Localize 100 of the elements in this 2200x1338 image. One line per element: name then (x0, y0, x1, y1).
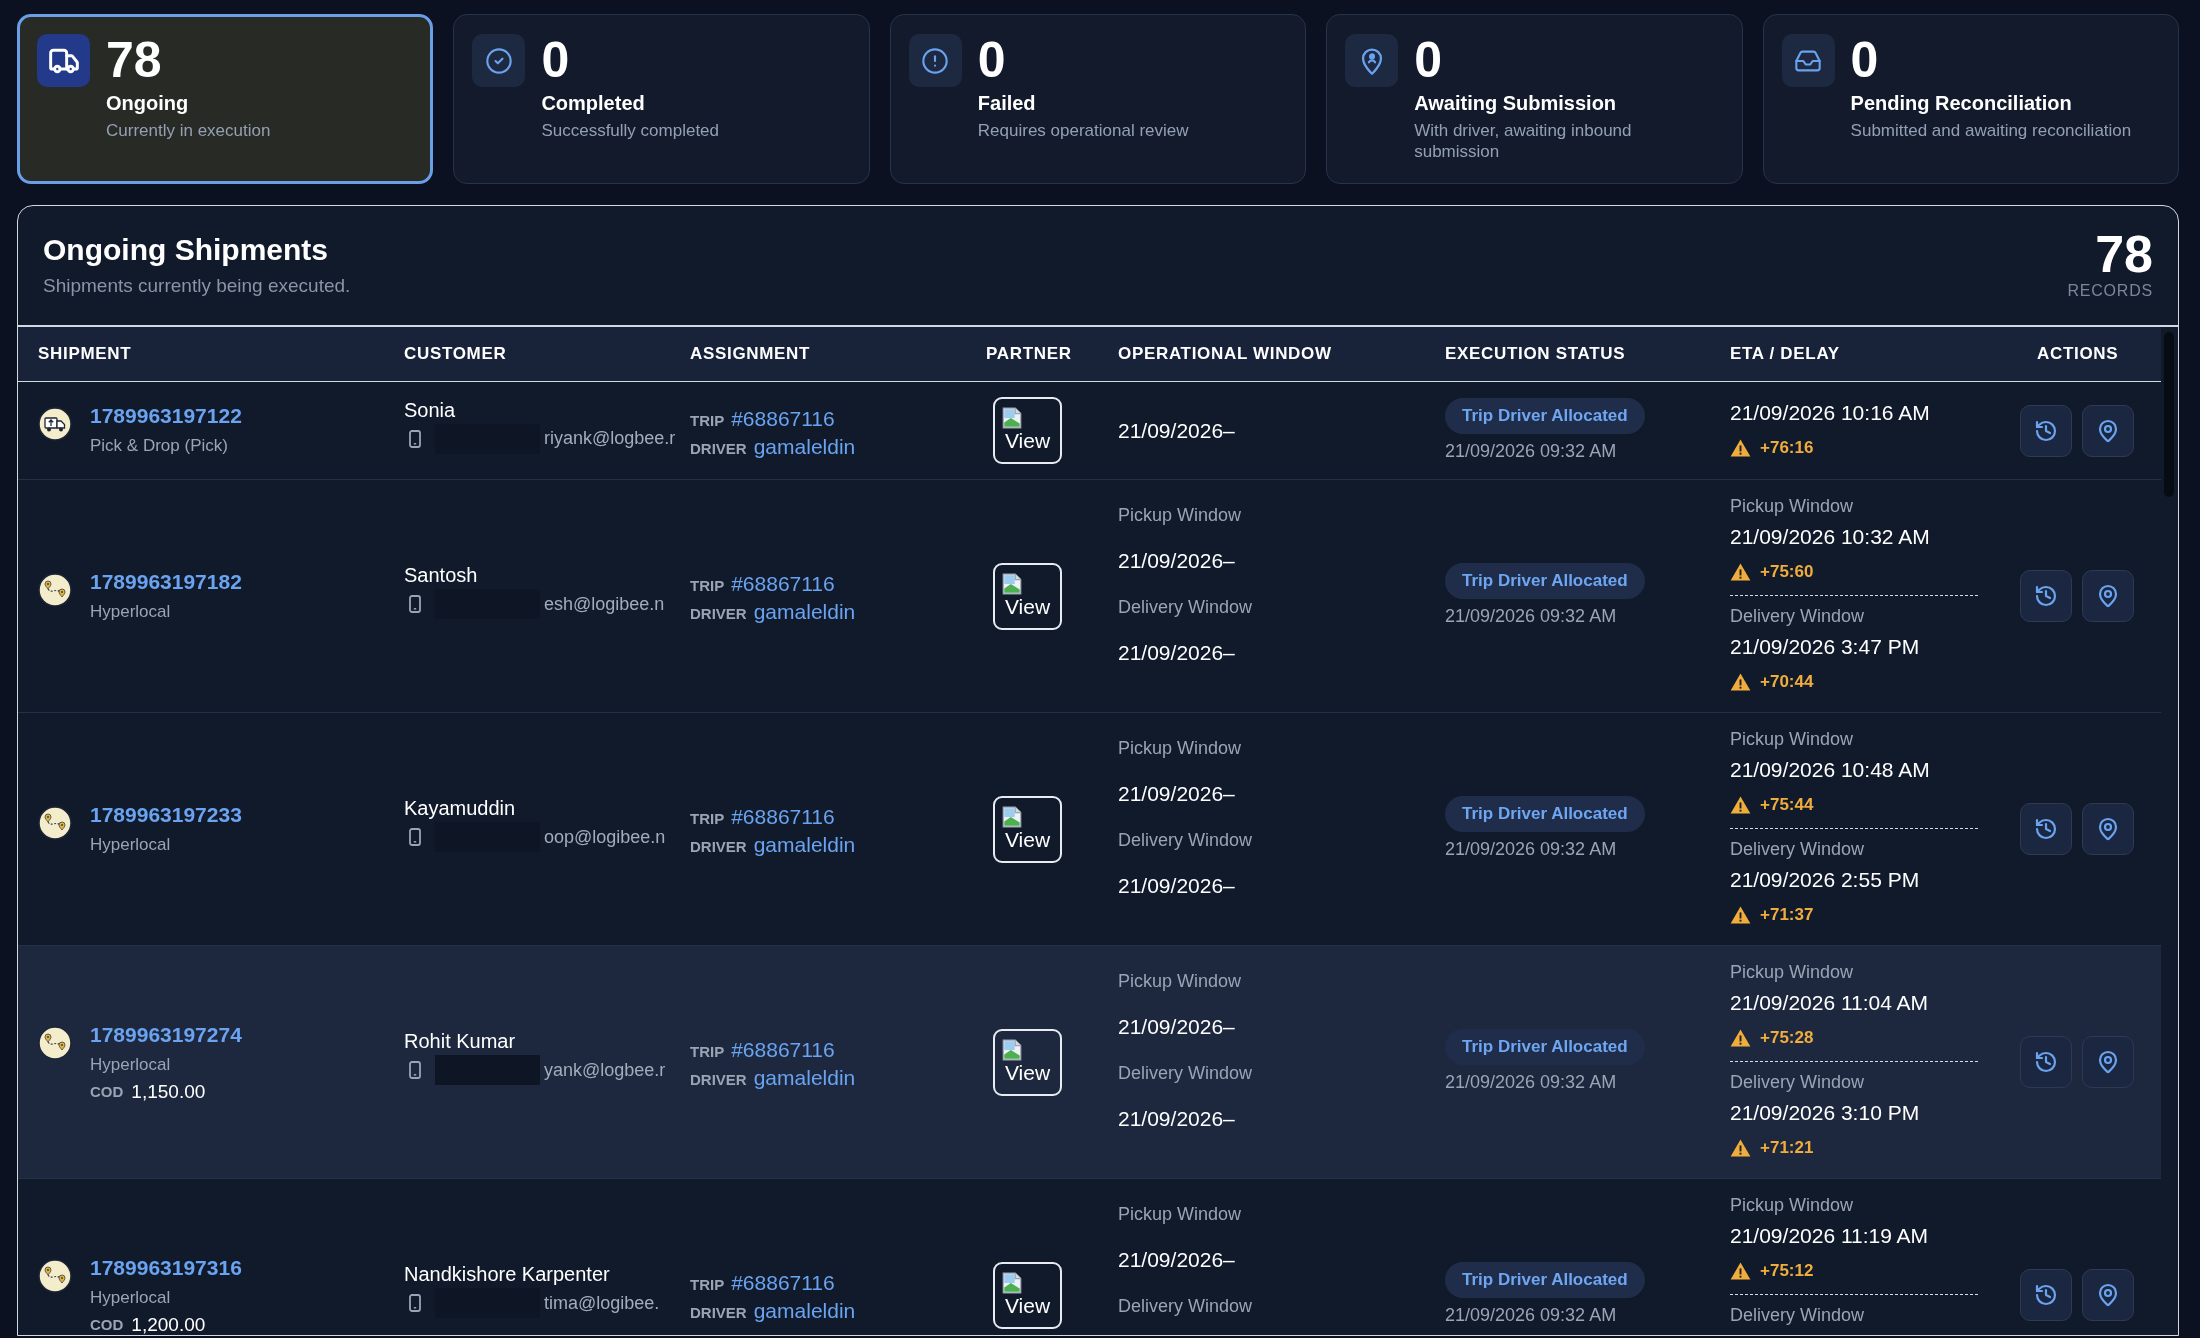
map-pin-icon (2096, 817, 2120, 841)
view-button[interactable]: View (993, 1261, 1062, 1329)
view-button[interactable]: View (993, 1028, 1062, 1096)
customer-name: Santosh (404, 563, 479, 588)
card-title: Completed (541, 91, 646, 116)
shipment-type: Hyperlocal (90, 600, 172, 623)
eta-time: 21/09/2026 10:48 AM (1730, 757, 1931, 783)
cod-label: COD (90, 1081, 124, 1102)
customer-email: yank@logbee.r (544, 1058, 666, 1082)
cod-amount: 1,150.00 (131, 1080, 206, 1103)
card-title: Ongoing (106, 91, 190, 116)
history-button[interactable] (2020, 1269, 2072, 1321)
map-pin-icon (2096, 1283, 2120, 1307)
shipment-type: Pick & Drop (Pick) (90, 435, 229, 457)
card-count: 0 (541, 35, 571, 85)
panel-subtitle: Shipments currently being executed. (43, 274, 351, 298)
column-header: ETA / DELAY (1729, 343, 1841, 366)
window-label: Delivery Window (1730, 605, 1866, 628)
history-button[interactable] (2020, 1036, 2072, 1088)
window-label: Pickup Window (1730, 728, 1855, 751)
history-icon (2034, 584, 2058, 608)
summary-card[interactable]: 78 Ongoing Currently in execution (17, 14, 434, 184)
location-button[interactable] (2082, 570, 2134, 622)
phone-icon (409, 1294, 421, 1312)
customer-name: Kayamuddin (404, 796, 517, 821)
delay-value: +76:16 (1760, 436, 1814, 459)
column-header: PARTNER (985, 343, 1073, 366)
delay-value: +75:44 (1760, 794, 1814, 817)
route-pins-icon (38, 572, 72, 607)
scrollbar-thumb[interactable] (2164, 332, 2174, 497)
shipment-id-link[interactable]: 1789963197122 (90, 401, 242, 431)
eta-time: 21/09/2026 11:04 AM (1730, 990, 1930, 1016)
phone-icon (409, 1061, 421, 1079)
shipment-id-link[interactable]: 1789963197182 (90, 566, 242, 597)
history-icon (2034, 1050, 2058, 1074)
window-label: Pickup Window (1118, 1202, 1243, 1226)
warning-icon (1730, 673, 1751, 691)
window-label: Delivery Window (1730, 1304, 1866, 1327)
warning-icon (1730, 1262, 1751, 1280)
phone-icon (409, 429, 421, 448)
window-label: Pickup Window (1118, 503, 1243, 527)
card-count: 0 (977, 35, 1007, 85)
eta-time: 21/09/2026 11:19 AM (1730, 1223, 1930, 1249)
delay-value: +71:37 (1760, 904, 1814, 927)
warning-icon (1730, 438, 1751, 457)
warning-icon (1730, 796, 1751, 814)
broken-image-icon (1002, 805, 1022, 828)
record-label: RECORDS (2067, 280, 2153, 301)
location-button[interactable] (2082, 803, 2134, 855)
map-pin-icon (2096, 1050, 2120, 1074)
window-label: Pickup Window (1730, 961, 1855, 984)
history-button[interactable] (2020, 570, 2072, 622)
map-pin-icon (2096, 418, 2120, 443)
warning-icon (1730, 1139, 1751, 1157)
view-button[interactable]: View (993, 795, 1062, 863)
customer-name: Rohit Kumar (404, 1029, 517, 1054)
history-button[interactable] (2020, 404, 2072, 457)
view-button[interactable]: View (993, 562, 1062, 630)
delay-value: +75:60 (1760, 561, 1814, 584)
status-badge: Trip Driver Allocated (1445, 1262, 1645, 1298)
status-timestamp: 21/09/2026 09:32 AM (1445, 1304, 1617, 1327)
warning-icon (1730, 906, 1751, 924)
window-date: 21/09/2026– (1118, 417, 1235, 444)
trip-label: TRIP (690, 576, 725, 596)
summary-card[interactable]: 0 Awaiting Submission With driver, awaiting inbound submission (1326, 14, 1743, 184)
card-description: Requires operational review (977, 120, 1189, 141)
delay-value: +75:12 (1760, 1260, 1814, 1283)
panel-title: Ongoing Shipments (43, 232, 329, 268)
summary-card[interactable]: 0 Completed Successfully completed (453, 14, 870, 184)
summary-card[interactable]: 0 Pending Reconciliation Submitted and awaiting reconciliation (1762, 14, 2179, 184)
shipment-id-link[interactable]: 1789963197316 (90, 1252, 242, 1283)
card-description: Submitted and awaiting reconciliation (1850, 120, 2132, 141)
card-description: With driver, awaiting inbound submission (1414, 120, 1633, 162)
location-button[interactable] (2082, 1036, 2134, 1088)
table-row[interactable] (18, 946, 2161, 1179)
status-timestamp: 21/09/2026 09:32 AM (1445, 605, 1617, 628)
warning-icon (1730, 563, 1751, 581)
map-pin-person-icon (1345, 34, 1399, 87)
eta-time: 21/09/2026 10:32 AM (1730, 524, 1931, 550)
delay-value: +71:21 (1760, 1137, 1814, 1160)
eta-time: 21/09/2026 2:55 PM (1730, 867, 1921, 893)
location-button[interactable] (2082, 1269, 2134, 1321)
driver-label: DRIVER (690, 1303, 747, 1323)
window-date: 21/09/2026– (1118, 873, 1236, 900)
history-icon (2034, 817, 2058, 841)
history-button[interactable] (2020, 803, 2072, 855)
summary-card[interactable]: 0 Failed Requires operational review (889, 14, 1307, 184)
shipment-id-link[interactable]: 1789963197274 (90, 1019, 242, 1050)
view-button[interactable]: View (993, 397, 1062, 464)
status-timestamp: 21/09/2026 09:32 AM (1445, 439, 1617, 463)
driver-label: DRIVER (690, 1070, 747, 1090)
window-label: Pickup Window (1118, 969, 1243, 993)
column-header: ASSIGNMENT (689, 343, 812, 366)
delay-value: +70:44 (1760, 671, 1814, 694)
phone-icon (409, 828, 421, 846)
shipment-id-link[interactable]: 1789963197233 (90, 799, 242, 830)
window-label: Delivery Window (1118, 828, 1253, 852)
driver-label: DRIVER (690, 438, 747, 459)
card-title: Failed (977, 91, 1037, 116)
location-button[interactable] (2082, 404, 2134, 457)
